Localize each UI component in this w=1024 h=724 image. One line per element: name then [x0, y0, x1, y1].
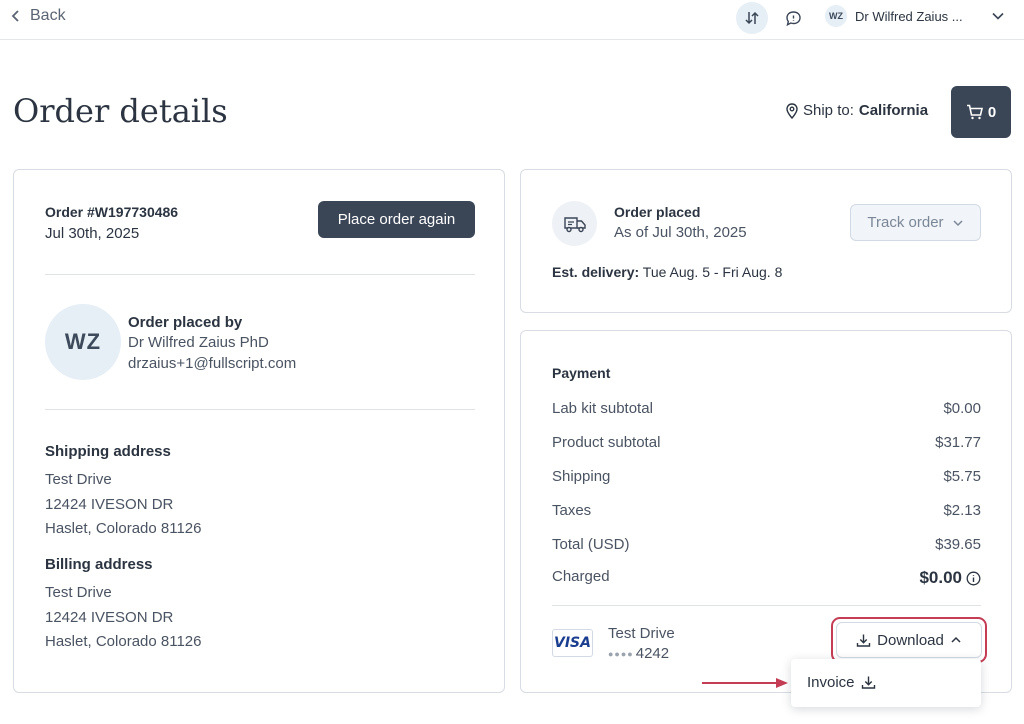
payment-row-amount: $5.75: [943, 468, 981, 485]
chevron-down-icon: [992, 12, 1004, 20]
payment-row-label: Charged: [552, 568, 610, 585]
order-status-card: Order placed As of Jul 30th, 2025 Track …: [520, 169, 1012, 313]
billing-address-line: Test Drive: [45, 584, 112, 601]
payment-card: Payment Lab kit subtotal $0.00 Product s…: [520, 330, 1012, 693]
estimated-delivery: Est. delivery: Tue Aug. 5 - Fri Aug. 8: [552, 264, 782, 280]
arrows-swap-icon: [745, 11, 759, 25]
menu-item-label: Invoice: [807, 674, 855, 691]
download-button[interactable]: Download: [836, 622, 982, 658]
user-menu[interactable]: WZ Dr Wilfred Zaius ...: [825, 4, 1005, 28]
chevron-left-icon: [11, 10, 19, 22]
download-label: Download: [877, 631, 944, 649]
billing-address-line: Haslet, Colorado 81126: [45, 633, 202, 650]
payment-row: Shipping $5.75: [552, 468, 981, 485]
chevron-up-icon: [951, 636, 961, 643]
divider: [552, 605, 981, 606]
chat-icon: [785, 10, 801, 26]
chevron-down-icon: [953, 219, 963, 226]
ship-to-label: Ship to:: [803, 102, 854, 119]
order-status-heading: Order placed: [614, 204, 701, 220]
payment-row-amount: $0.00: [919, 568, 962, 587]
payment-row-label: Lab kit subtotal: [552, 400, 653, 417]
placed-by-email: drzaius+1@fullscript.com: [128, 355, 297, 372]
ship-to-selector[interactable]: Ship to: California: [786, 102, 928, 119]
shipping-address-line: Haslet, Colorado 81126: [45, 520, 202, 537]
download-icon: [856, 634, 871, 647]
payment-row-label: Total (USD): [552, 536, 630, 553]
shipping-address-heading: Shipping address: [45, 443, 171, 460]
cart-icon: [966, 104, 983, 120]
switch-icon-button[interactable]: [736, 2, 768, 34]
location-pin-icon: [786, 102, 798, 119]
shipping-address-line: Test Drive: [45, 471, 112, 488]
order-date: Jul 30th, 2025: [45, 225, 140, 242]
placed-by-name: Dr Wilfred Zaius PhD: [128, 334, 269, 351]
payment-row-label: Product subtotal: [552, 434, 661, 451]
payment-row-amount: $0.00: [943, 400, 981, 417]
divider: [45, 274, 475, 275]
order-number: Order #W197730486: [45, 204, 179, 220]
truck-icon-wrap: [552, 201, 597, 246]
track-order-label: Track order: [867, 214, 944, 231]
order-summary-card: Order #W197730486 Jul 30th, 2025 Place o…: [13, 169, 505, 693]
ship-to-value: California: [858, 102, 929, 119]
placed-by-heading: Order placed by: [128, 314, 243, 331]
back-label: Back: [30, 7, 66, 24]
user-name: Dr Wilfred Zaius ...: [855, 8, 963, 24]
card-last4: 4242: [635, 645, 670, 662]
card-number: ●●●● 4242: [608, 645, 669, 662]
payment-row: Product subtotal $31.77: [552, 434, 981, 451]
payment-row-label: Taxes: [552, 502, 592, 519]
billing-address-line: 12424 IVESON DR: [45, 609, 174, 626]
back-button[interactable]: Back: [10, 7, 66, 25]
truck-icon: [563, 216, 586, 232]
payment-row-amount: $2.13: [943, 502, 981, 519]
payment-row: Total (USD) $39.65: [552, 536, 981, 553]
order-status-date: As of Jul 30th, 2025: [614, 224, 747, 241]
user-avatar: WZ: [825, 5, 847, 27]
page-title: Order details: [13, 92, 228, 130]
payment-row-amount: $39.65: [935, 536, 981, 553]
masked-digits: ●●●●: [608, 648, 634, 659]
chat-button[interactable]: [777, 2, 809, 34]
place-order-again-button[interactable]: Place order again: [318, 201, 475, 238]
payment-row-label: Shipping: [552, 468, 611, 485]
payment-row: Lab kit subtotal $0.00: [552, 400, 981, 417]
payment-row-amount: $31.77: [935, 434, 981, 451]
top-bar: Back WZ Dr Wilfred Zaius ...: [0, 0, 1024, 40]
download-icon: [861, 676, 875, 689]
track-order-button[interactable]: Track order: [850, 204, 981, 241]
avatar: WZ: [45, 304, 121, 380]
download-menu: Invoice: [791, 659, 981, 707]
cart-button[interactable]: 0: [951, 86, 1011, 138]
menu-item-invoice[interactable]: Invoice: [807, 674, 876, 691]
divider: [45, 409, 475, 410]
shipping-address-line: 12424 IVESON DR: [45, 496, 174, 513]
card-holder-name: Test Drive: [608, 625, 675, 642]
charged-amount-wrap: $0.00: [919, 568, 981, 588]
est-delivery-label: Est. delivery:: [552, 264, 640, 280]
payment-row: Taxes $2.13: [552, 502, 981, 519]
annotation-arrow: [702, 678, 788, 688]
info-icon[interactable]: [966, 571, 981, 586]
cart-count: 0: [987, 103, 997, 121]
payment-row-charged: Charged $0.00: [552, 568, 981, 588]
visa-logo: VISA: [552, 629, 593, 657]
est-delivery-value: Tue Aug. 5 - Fri Aug. 8: [642, 264, 783, 280]
payment-heading: Payment: [552, 365, 611, 381]
billing-address-heading: Billing address: [45, 556, 153, 573]
